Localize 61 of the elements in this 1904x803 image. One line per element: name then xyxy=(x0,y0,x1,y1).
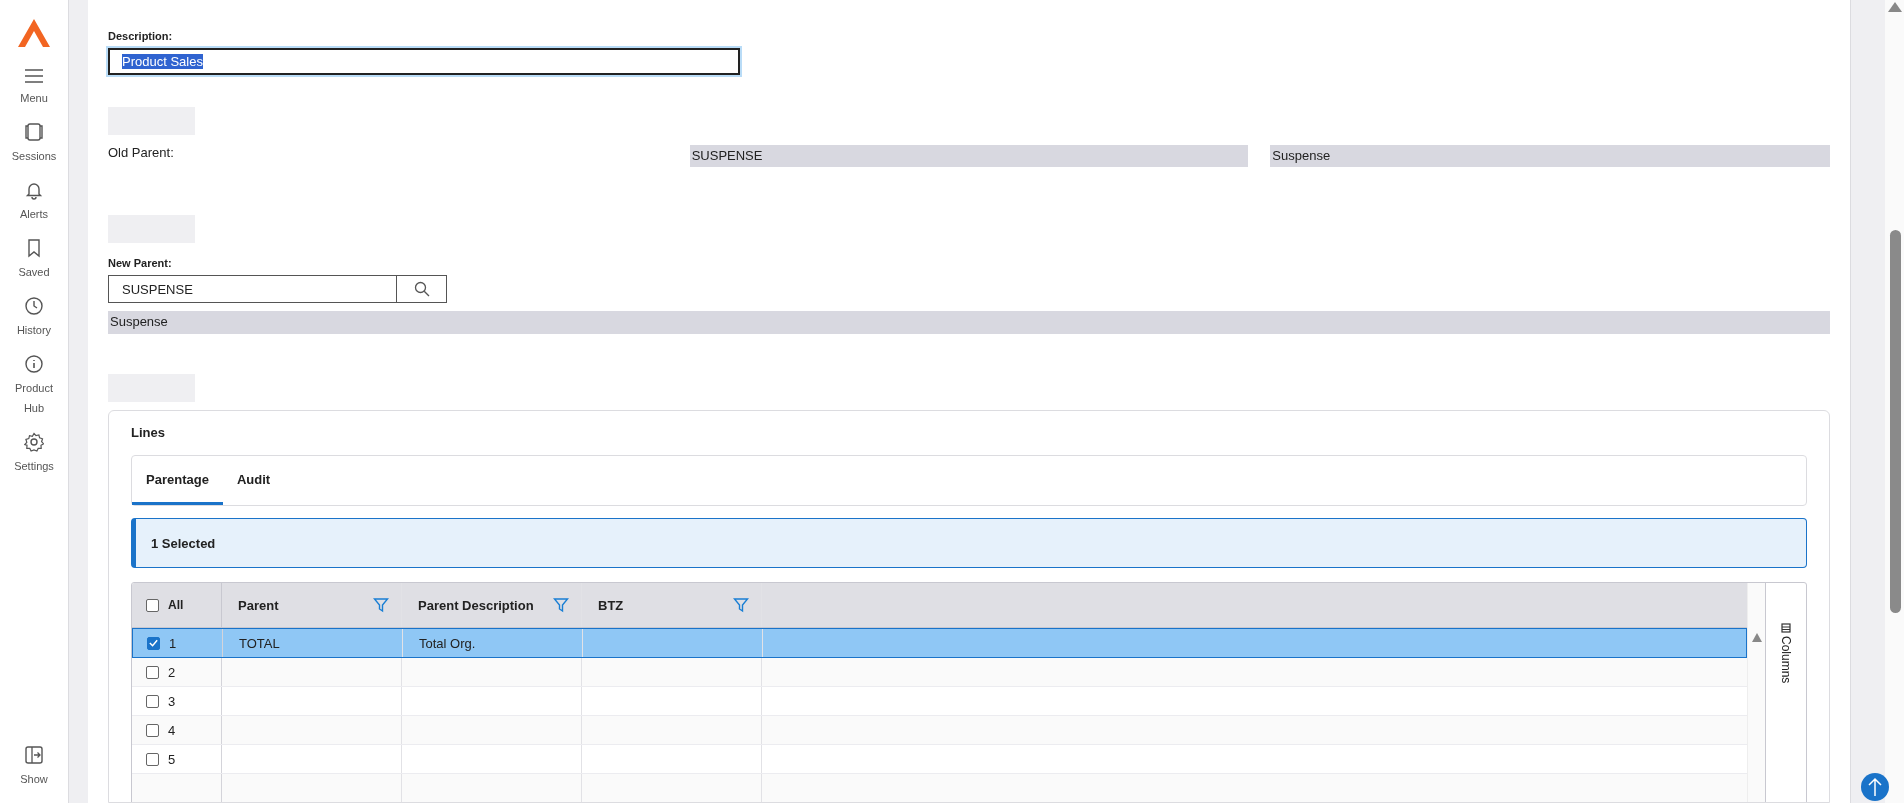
column-header[interactable]: BTZ xyxy=(598,597,624,613)
row-number: 1 xyxy=(169,635,177,651)
sidebar-item[interactable]: Sessions xyxy=(0,122,68,166)
grid-row[interactable]: 5 xyxy=(132,745,1747,774)
checkbox[interactable] xyxy=(146,665,159,679)
readonly-value: Suspense xyxy=(108,311,1830,334)
selection-count: 1 Selected xyxy=(151,535,216,551)
checkbox[interactable] xyxy=(146,598,159,612)
tab[interactable]: Parentage xyxy=(132,456,223,505)
row-number: 2 xyxy=(168,664,176,680)
column-header: All xyxy=(168,598,184,612)
clock-icon xyxy=(24,296,44,316)
arrow-up-icon xyxy=(1868,777,1882,797)
grid-row[interactable]: 4 xyxy=(132,716,1747,745)
field-label: New Parent: xyxy=(108,257,173,269)
bell-icon xyxy=(24,180,44,200)
scroll-up-icon[interactable] xyxy=(1888,2,1902,12)
sidebar-item[interactable]: Product Hub xyxy=(0,354,68,418)
scroll-to-top-button[interactable] xyxy=(1861,773,1889,801)
panel-title: Lines xyxy=(131,425,166,442)
field-label: Old Parent: xyxy=(108,145,175,160)
grid-row[interactable]: 1 TOTAL Total Org. xyxy=(132,628,1747,658)
grid-row[interactable]: 2 xyxy=(132,658,1747,687)
sidebar-item[interactable]: Settings xyxy=(0,432,68,476)
column-header[interactable]: Parent Description xyxy=(418,597,534,613)
menu-icon xyxy=(24,68,44,84)
sidebar-item[interactable]: Show xyxy=(0,745,68,789)
row-number: 4 xyxy=(168,722,176,738)
sidebar-item[interactable]: Alerts xyxy=(0,180,68,224)
sidebar-item[interactable]: Menu xyxy=(0,68,68,108)
checkbox[interactable] xyxy=(147,636,160,650)
sidebar-item[interactable]: Saved xyxy=(0,238,68,282)
tablet-icon xyxy=(24,122,44,142)
table-cell: Total Org. xyxy=(419,635,476,651)
logo-icon xyxy=(17,18,51,48)
column-header[interactable]: Parent xyxy=(238,597,279,613)
checkbox[interactable] xyxy=(146,723,159,737)
search-button[interactable] xyxy=(397,275,447,303)
readonly-value: SUSPENSE xyxy=(689,145,1249,167)
settings-icon xyxy=(24,432,44,452)
filter-icon[interactable] xyxy=(733,597,749,613)
row-number: 3 xyxy=(168,693,176,709)
filter-icon[interactable] xyxy=(553,597,569,613)
table-cell: TOTAL xyxy=(239,635,280,651)
scroll-up-icon[interactable] xyxy=(1751,633,1762,642)
tab[interactable]: Audit xyxy=(222,456,285,505)
field-label: Description: xyxy=(108,30,174,42)
info-icon xyxy=(24,354,44,374)
search-icon xyxy=(413,281,430,297)
input-field[interactable]: SUSPENSE xyxy=(108,275,397,303)
description-field[interactable]: Product Sales xyxy=(108,48,740,75)
checkbox[interactable] xyxy=(146,694,159,708)
scrollbar-thumb[interactable] xyxy=(1889,230,1901,613)
grid-row[interactable]: 3 xyxy=(132,687,1747,716)
row-number: 5 xyxy=(168,751,176,767)
checkbox[interactable] xyxy=(146,752,159,766)
columns-icon xyxy=(1781,623,1791,633)
columns-tab[interactable]: Columns xyxy=(1765,583,1806,802)
readonly-value: Suspense xyxy=(1270,145,1830,167)
filter-icon[interactable] xyxy=(373,597,389,613)
sidebar-item[interactable]: History xyxy=(0,296,68,340)
